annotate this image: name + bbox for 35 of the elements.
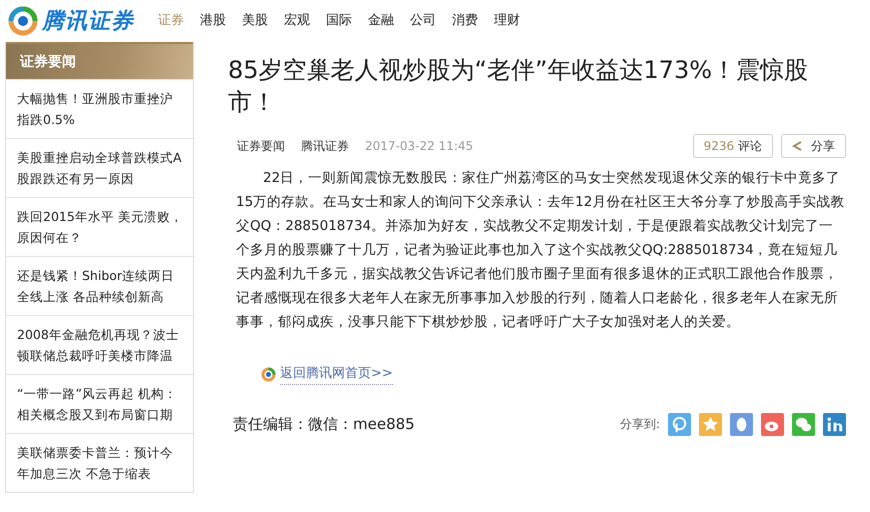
linkedin-icon[interactable] (823, 412, 846, 436)
article-paragraph: 22日，一则新闻震惊无数股民：家住广州荔湾区的马女士突然发现退休父亲的银行卡中竟多了15万的存款。在马女士和家人的询问下父亲承认：去年12月份在社区王大爷分享了炒股高手实战教父QQ：2885018734。并添加为好友，实战教父不定期发计划，于是便跟着实战教父计划完了一个多月的股票赚了十几万，记者为验证此事也加入了这个实战教父QQ:2885018734，竟在短短几天内盈利九千多元，据实战教父告诉记者他们股市圈子里面有很多退休的正式职工跟他合作股票，记者感慨现在很多大老年人在家无所事事加入炒股的行列，随着人口老龄化，很多老年人在家无所事事，郁闷成疾，没事只能下下棋炒炒股，记者呼吁广大子女加强对老人的关爱。 (236, 169, 846, 332)
publish-time: 2017-03-22 11:45 (365, 138, 474, 155)
logo-icon (261, 366, 276, 382)
sidebar-news-link[interactable]: 还是钱紧！Shibor连续两日全线上涨 各品种续创新高 (6, 256, 193, 315)
comments-button[interactable]: 9236 评论 (692, 134, 773, 158)
sidebar-title: 证券要闻 (6, 42, 193, 79)
logo-text[interactable]: 腾讯证券 (42, 4, 134, 38)
source-label[interactable]: 腾讯证券 (301, 137, 349, 155)
channel-label[interactable]: 证券要闻 (237, 137, 285, 155)
eye-icon[interactable] (761, 412, 784, 436)
sidebar-news-link[interactable]: 大幅抛售！亚洲股市重挫沪指跌0.5% (6, 79, 193, 138)
logo-icon (8, 6, 38, 36)
p-icon[interactable] (668, 412, 691, 436)
nav-link[interactable]: 美股 (242, 11, 268, 31)
nav-link[interactable]: 港股 (200, 11, 226, 31)
sidebar-news-link[interactable]: 美股重挫启动全球普跌模式A股跟跌还有另一原因 (6, 138, 193, 197)
sidebar-news-link[interactable]: 美联储票委卡普兰：预计今年加息三次 不急于缩表 (6, 433, 193, 492)
nav-link[interactable]: 理财 (494, 11, 520, 31)
article-title: 85岁空巢老人视炒股为“老伴”年收益达173%！震惊股市！ (228, 55, 810, 118)
chat-icon[interactable] (792, 412, 815, 436)
share-to-label: 分享到: (620, 416, 660, 433)
nav-link[interactable]: 消费 (452, 11, 478, 31)
share-icon (792, 140, 803, 152)
sidebar-news-link[interactable]: “一带一路”风云再起 机构：相关概念股又到布局窗口期 (6, 374, 193, 433)
sidebar-news-link[interactable]: 2008年金融危机再现？波士顿联储总裁呼吁美楼市降温 (6, 315, 193, 374)
back-home-link[interactable]: 返回腾讯网首页>> (280, 364, 393, 384)
sidebar-news-link[interactable]: 跌回2015年水平 美元溃败，原因何在？ (6, 197, 193, 256)
share-button[interactable]: 分享 (781, 134, 846, 158)
editor-credit: 责任编辑：微信：mee885 (233, 414, 415, 435)
penguin-icon[interactable] (730, 412, 753, 436)
nav-link[interactable]: 宏观 (284, 11, 310, 31)
nav-link[interactable]: 金融 (368, 11, 394, 31)
nav-link[interactable]: 公司 (410, 11, 436, 31)
nav-link[interactable]: 国际 (326, 11, 352, 31)
